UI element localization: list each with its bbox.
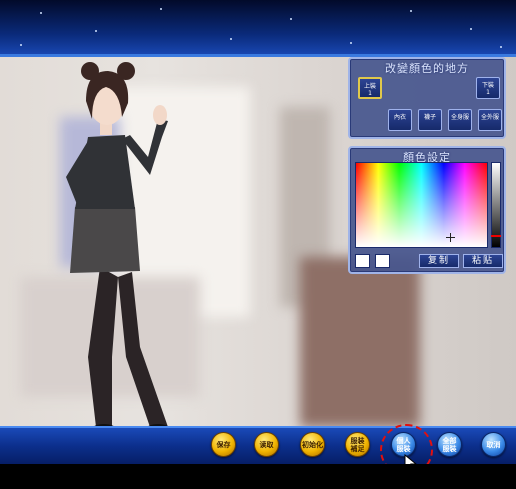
supplement-outfit-button[interactable]: 服装 補足 bbox=[345, 432, 370, 457]
footer-strip bbox=[0, 464, 516, 489]
part-button-bottom[interactable]: 下裝 1 bbox=[476, 77, 500, 99]
supplement-outfit-label: 服装 補足 bbox=[350, 436, 365, 453]
previous-color-swatch[interactable] bbox=[375, 254, 390, 268]
part-button-outerwear[interactable]: 全外服 bbox=[478, 109, 502, 131]
reset-button[interactable]: 初始化 bbox=[300, 432, 325, 457]
part-button-top[interactable]: 上裝 1 bbox=[358, 77, 382, 99]
brightness-slider[interactable] bbox=[491, 162, 501, 248]
copy-button[interactable]: 复制 bbox=[419, 254, 459, 268]
reset-button-label: 初始化 bbox=[302, 440, 323, 449]
save-button-label: 保存 bbox=[216, 440, 231, 449]
part-button-bodysuit[interactable]: 全身服 bbox=[448, 109, 472, 131]
crosshair-icon[interactable] bbox=[446, 233, 455, 242]
cancel-button[interactable]: 取消 bbox=[481, 432, 506, 457]
load-button-label: 读取 bbox=[259, 440, 274, 449]
part-button-underwear[interactable]: 內衣 bbox=[388, 109, 412, 131]
part-panel-title: 改變顏色的地方 bbox=[385, 62, 469, 75]
load-button[interactable]: 读取 bbox=[254, 432, 279, 457]
top-banner bbox=[0, 0, 516, 57]
color-settings-panel: 顏色設定 复制 粘贴 bbox=[348, 146, 506, 274]
part-selection-panel: 改變顏色的地方 上裝 1 下裝 1 內衣 襪子 全身服 全外服 bbox=[348, 57, 506, 139]
current-color-swatch bbox=[355, 254, 370, 268]
paste-button[interactable]: 粘贴 bbox=[463, 254, 503, 268]
all-outfit-button[interactable]: 全部 服裝 bbox=[437, 432, 462, 457]
all-outfit-label: 全部 服裝 bbox=[442, 436, 457, 453]
color-spectrum-picker[interactable] bbox=[355, 162, 488, 248]
brightness-marker[interactable] bbox=[491, 235, 501, 237]
save-button[interactable]: 保存 bbox=[211, 432, 236, 457]
part-button-socks[interactable]: 襪子 bbox=[418, 109, 442, 131]
cancel-button-label: 取消 bbox=[486, 440, 501, 449]
